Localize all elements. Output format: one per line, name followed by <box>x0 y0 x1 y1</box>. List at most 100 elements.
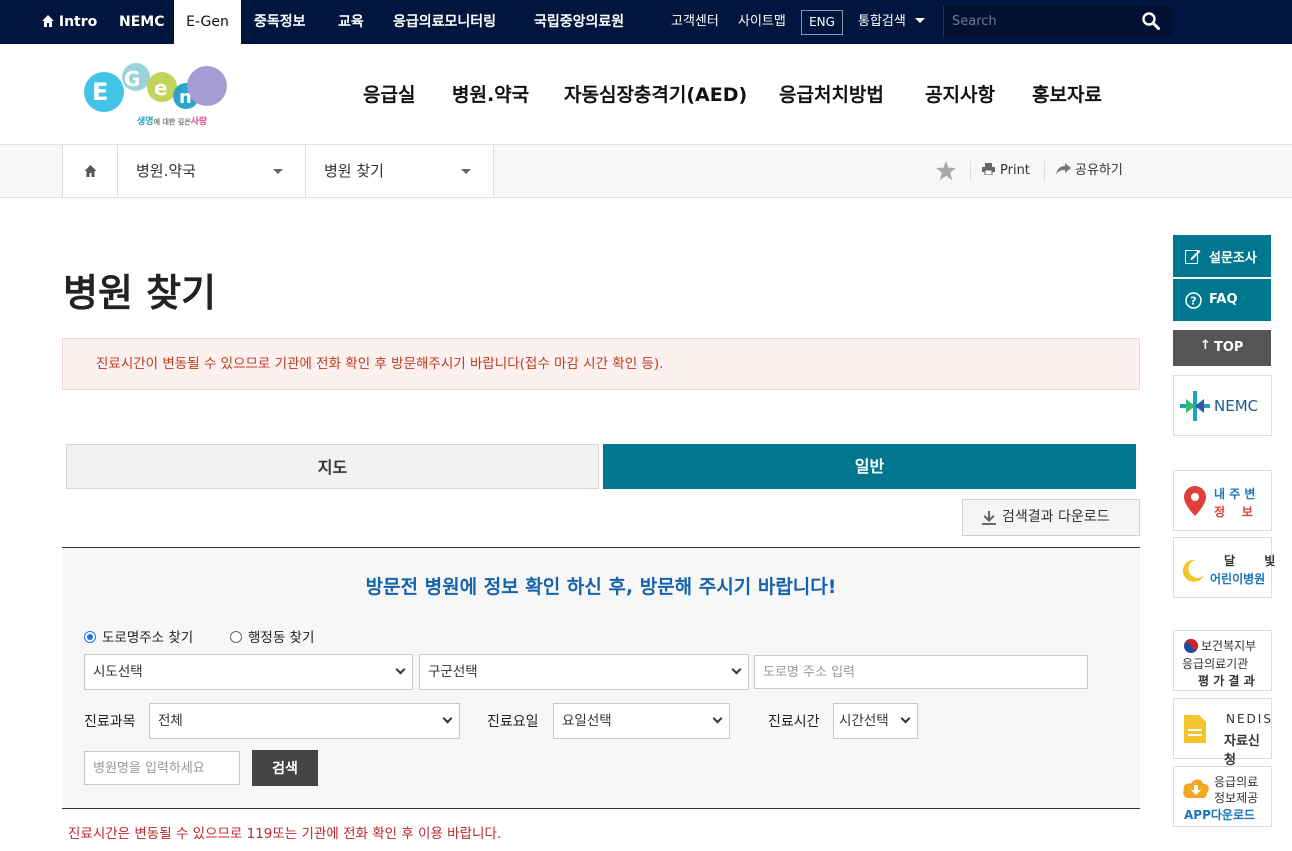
central-hospital-link[interactable]: 국립중앙의료원 <box>534 0 624 44</box>
notice-text: 진료시간이 변동될 수 있으므로 기관에 전화 확인 후 방문해주시기 바랍니다… <box>96 356 664 372</box>
day-select[interactable]: 요일선택 <box>553 703 730 739</box>
tagline-part-2: 에 대한 깊은 <box>153 118 191 126</box>
moonlight-label-2: 어린이병원 <box>1210 572 1266 586</box>
intro-link[interactable]: Intro <box>42 0 97 44</box>
breadcrumb-level1-dropdown[interactable]: 병원.약국 <box>117 145 306 197</box>
arrow-up-icon: ↑ <box>1200 338 1211 353</box>
education-link[interactable]: 교육 <box>338 0 364 44</box>
chevron-down-icon <box>731 664 742 675</box>
caret-down-icon <box>273 169 283 174</box>
app-label-2: 정보제공 <box>1214 791 1259 805</box>
sido-value: 시도선택 <box>93 664 143 680</box>
chevron-down-icon <box>712 713 723 724</box>
egen-tab[interactable]: E-Gen <box>174 0 241 44</box>
mohw-label: 보건복지부 <box>1201 639 1257 653</box>
moon-icon <box>1182 559 1204 582</box>
integrated-search-dropdown[interactable]: 통합검색 <box>858 0 925 44</box>
gugun-value: 구군선택 <box>428 664 478 680</box>
dept-select[interactable]: 전체 <box>149 703 460 739</box>
share-label: 공유하기 <box>1075 163 1123 178</box>
tab-map[interactable]: 지도 <box>66 444 599 489</box>
share-button[interactable]: 공유하기 <box>1056 145 1123 197</box>
svg-text:E: E <box>92 78 108 106</box>
nemc-banner[interactable]: NEMC <box>1173 375 1272 436</box>
hospital-name-input[interactable] <box>84 751 240 785</box>
faq-button[interactable]: ? FAQ <box>1173 279 1271 321</box>
download-label: 검색결과 다운로드 <box>1002 509 1110 525</box>
eng-button[interactable]: ENG <box>801 10 843 35</box>
customer-center-link[interactable]: 고객센터 <box>671 0 719 44</box>
radio-checked-icon <box>84 631 96 643</box>
egen-logo[interactable]: E G e n 생명에 대한 깊은사랑 <box>82 62 232 134</box>
help-circle-icon: ? <box>1185 292 1202 309</box>
star-icon[interactable] <box>936 161 956 180</box>
nemc-logo-icon <box>1180 391 1210 421</box>
taegeuk-icon <box>1184 639 1198 653</box>
breadcrumb-home[interactable] <box>62 145 117 197</box>
intro-label: Intro <box>58 14 98 30</box>
top-label: TOP <box>1214 340 1244 355</box>
road-address-input[interactable] <box>754 655 1088 689</box>
gugun-select[interactable]: 구군선택 <box>419 654 749 690</box>
gnb-er[interactable]: 응급실 <box>363 80 415 107</box>
tagline-part-1: 생명 <box>137 117 154 127</box>
gnb-first-aid[interactable]: 응급처치방법 <box>779 80 884 107</box>
home-icon <box>42 15 54 27</box>
search-button[interactable]: 검색 <box>252 750 318 786</box>
breadcrumb-level2-dropdown[interactable]: 병원 찾기 <box>305 145 494 197</box>
gnb-hospital-pharmacy[interactable]: 병원.약국 <box>452 80 529 107</box>
printer-icon <box>982 163 995 176</box>
moonlight-banner[interactable]: 달 빛 어린이병원 <box>1173 537 1275 598</box>
search-input[interactable] <box>952 10 1132 32</box>
sitemap-link[interactable]: 사이트맵 <box>738 0 786 44</box>
print-button[interactable]: Print <box>982 145 1030 197</box>
cloud-download-icon <box>1183 779 1209 798</box>
logo-tagline: 생명에 대한 깊은사랑 <box>137 114 207 127</box>
home-icon <box>84 165 97 177</box>
monitoring-link[interactable]: 응급의료모니터링 <box>393 0 496 44</box>
app-label-3: APP다운로드 <box>1184 808 1256 822</box>
day-value: 요일선택 <box>562 713 612 729</box>
nearby-label-2: 정 보 <box>1214 505 1253 519</box>
logo-graphic: E G e n <box>84 63 227 112</box>
time-select[interactable]: 시간선택 <box>833 703 918 739</box>
radio-admin-label: 행정동 찾기 <box>248 630 315 646</box>
tab-general[interactable]: 일반 <box>603 444 1136 489</box>
day-label: 진료요일 <box>487 714 539 730</box>
nedis-label-1: NEDIS <box>1226 712 1273 726</box>
top-button[interactable]: ↑ TOP <box>1173 330 1271 366</box>
evaluation-banner[interactable]: 보건복지부 응급의료기관 평 가 결 과 <box>1173 630 1272 691</box>
download-icon <box>982 511 996 525</box>
radio-admin-dong[interactable]: 행정동 찾기 <box>230 626 314 646</box>
integrated-search-label: 통합검색 <box>858 14 906 29</box>
dept-label: 진료과목 <box>84 714 136 730</box>
svg-text:?: ? <box>1190 295 1196 308</box>
app-download-banner[interactable]: 응급의료 정보제공 APP다운로드 <box>1173 766 1272 827</box>
search-panel: 방문전 병원에 정보 확인 하신 후, 방문해 주시기 바랍니다! 도로명주소 … <box>62 547 1140 809</box>
nemc-link[interactable]: NEMC <box>119 0 165 44</box>
time-value: 시간선택 <box>839 713 889 729</box>
survey-button[interactable]: 설문조사 <box>1173 235 1271 277</box>
map-pin-icon <box>1184 486 1206 516</box>
radio-road-address[interactable]: 도로명주소 찾기 <box>84 626 193 646</box>
top-utility-bar: Intro NEMC E-Gen 중독정보 교육 응급의료모니터링 국립중앙의료… <box>0 0 1292 44</box>
search-icon[interactable] <box>1142 12 1160 30</box>
svg-text:G: G <box>124 67 140 91</box>
tagline-part-3: 사랑 <box>190 117 208 127</box>
breadcrumb-level2-label: 병원 찾기 <box>324 162 384 180</box>
gnb-notice[interactable]: 공지사항 <box>925 80 995 107</box>
warning-note: 진료시간은 변동될 수 있으므로 119또는 기관에 전화 확인 후 이용 바랍… <box>68 826 502 842</box>
chevron-down-icon <box>900 713 911 724</box>
nearby-info-banner[interactable]: 내 주 변 정 보 <box>1173 470 1272 531</box>
nedis-banner[interactable]: NEDIS 자료신청 <box>1173 698 1273 768</box>
print-label: Print <box>1000 163 1030 178</box>
addiction-link[interactable]: 중독정보 <box>254 0 306 44</box>
evaluation-label-2: 평 가 결 과 <box>1198 674 1255 688</box>
nedis-label-2: 자료신청 <box>1224 734 1260 768</box>
share-icon <box>1056 163 1071 175</box>
gnb-promotion[interactable]: 홍보자료 <box>1032 80 1102 107</box>
gnb-aed[interactable]: 자동심장충격기(AED) <box>564 80 747 107</box>
sido-select[interactable]: 시도선택 <box>84 654 413 690</box>
download-results-button[interactable]: 검색결과 다운로드 <box>962 499 1140 536</box>
faq-label: FAQ <box>1209 292 1238 307</box>
